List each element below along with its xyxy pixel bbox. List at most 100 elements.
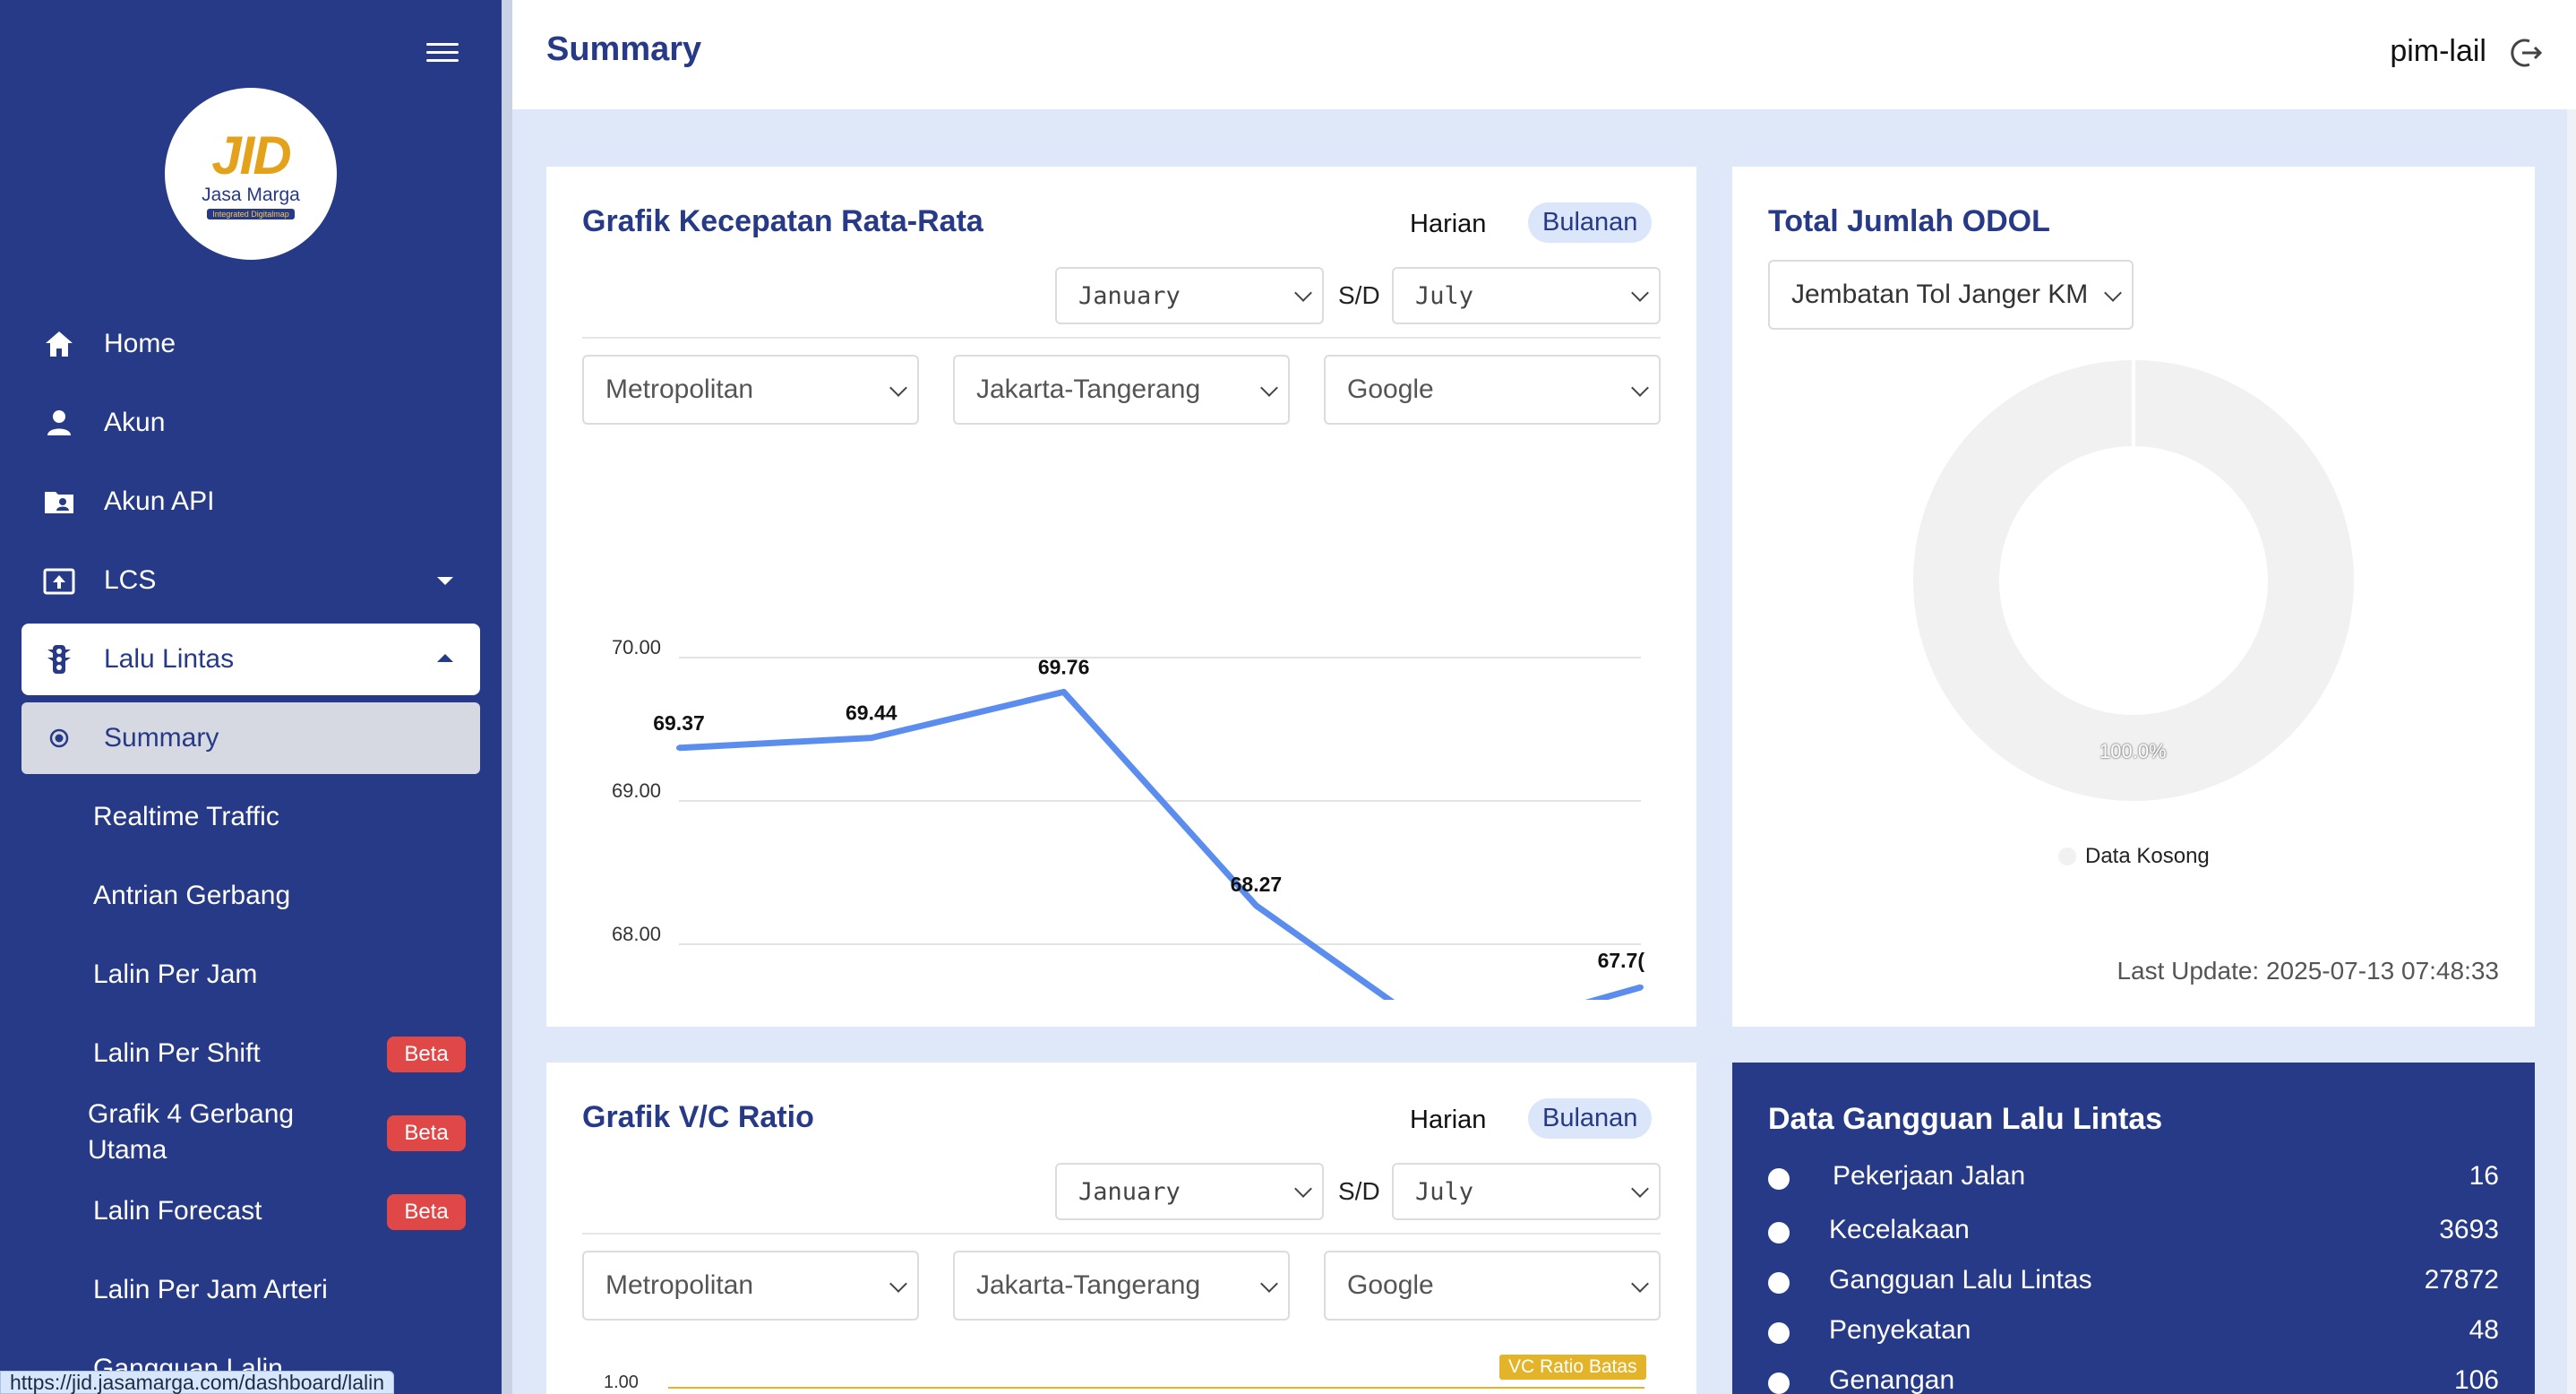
beta-badge: Beta (387, 1037, 466, 1072)
sidebar-item-home[interactable]: Home (21, 308, 480, 380)
source-select[interactable]: Google (1324, 355, 1661, 425)
sidebar-item-label: Summary (104, 723, 219, 753)
odol-donut-chart (1913, 358, 2354, 801)
card-title: Grafik V/C Ratio (582, 1100, 814, 1134)
legend-swatch (2058, 848, 2076, 865)
vc-threshold-label: VC Ratio Batas (1499, 1355, 1646, 1380)
list-item: Genangan 106 (1768, 1360, 2499, 1394)
item-value: 106 (2453, 1365, 2499, 1394)
card-title: Grafik Kecepatan Rata-Rata (582, 204, 983, 238)
data-label: 68.27 (1231, 873, 1283, 896)
toggle-bulanan[interactable]: Bulanan (1528, 1098, 1653, 1139)
sidebar-item-label: LCS (104, 565, 157, 595)
list-item: Gangguan Lalu Lintas 27872 (1768, 1260, 2499, 1304)
sidebar-item-antrian-gerbang[interactable]: Antrian Gerbang (93, 878, 290, 914)
item-value: 48 (2469, 1315, 2499, 1345)
route-select[interactable]: Jakarta-Tangerang (953, 355, 1290, 425)
item-name: Genangan (1829, 1365, 1955, 1394)
logo-brand: Jasa Marga (202, 184, 300, 205)
bullet-icon (1768, 1272, 1790, 1294)
chevron-down-icon (437, 577, 453, 585)
bullet-icon (1768, 1322, 1790, 1344)
chevron-down-icon (1631, 1180, 1649, 1198)
traffic-light-icon (34, 644, 84, 675)
speed-line-chart: 70.0069.0068.0067.00JanFebMarAprMayJun69… (612, 636, 1644, 1000)
month-to-select[interactable]: July (1392, 1163, 1661, 1220)
sidebar-item-lalu-lintas[interactable]: Lalu Lintas (21, 624, 480, 695)
month-to-select[interactable]: July (1392, 267, 1661, 324)
y-tick-label: 70.00 (612, 636, 661, 658)
divider (582, 337, 1661, 339)
logout-icon[interactable] (2510, 36, 2544, 70)
item-value: 27872 (2424, 1265, 2499, 1295)
top-bar: Summary pim-lail (512, 0, 2576, 109)
data-point (1638, 985, 1644, 990)
source-select[interactable]: Google (1324, 1251, 1661, 1321)
select-value: January (1078, 1177, 1181, 1206)
beta-badge: Beta (387, 1194, 466, 1230)
select-value: January (1078, 281, 1181, 310)
series-line (678, 688, 1642, 1000)
item-value: 3693 (2439, 1215, 2499, 1244)
select-value: Google (1347, 1270, 1434, 1300)
divider (582, 1233, 1661, 1235)
toggle-bulanan[interactable]: Bulanan (1528, 202, 1653, 243)
chevron-down-icon (1631, 1275, 1649, 1293)
sidebar-item-label: Lalu Lintas (104, 644, 235, 674)
list-item: Pekerjaan Jalan 16 (1768, 1156, 2499, 1200)
sidebar-item-lalin-per-jam[interactable]: Lalin Per Jam (93, 957, 257, 993)
folder-user-icon (34, 488, 84, 515)
select-value: Jembatan Tol Janger KM (1791, 280, 2087, 309)
sidebar-item-akun[interactable]: Akun (21, 387, 480, 459)
chevron-down-icon (1260, 379, 1278, 397)
page-scrollbar[interactable] (2567, 109, 2576, 1394)
chevron-down-icon (889, 379, 907, 397)
sd-label: S/D (1338, 281, 1380, 309)
item-name: Penyekatan (1829, 1315, 1971, 1345)
month-from-select[interactable]: January (1055, 267, 1324, 324)
page-title: Summary (546, 30, 702, 68)
list-item: Penyekatan 48 (1768, 1310, 2499, 1355)
card-title: Total Jumlah ODOL (1768, 204, 2050, 238)
chevron-up-icon (437, 654, 453, 662)
data-label: 69.76 (1038, 655, 1090, 678)
legend-label: Data Kosong (2085, 844, 2210, 868)
chevron-down-icon (1631, 284, 1649, 302)
sidebar-divider (502, 0, 512, 1394)
sidebar-item-lcs[interactable]: LCS (21, 545, 480, 616)
sidebar-item-lalin-per-shift[interactable]: Lalin Per Shift (93, 1036, 261, 1071)
chevron-down-icon (2104, 284, 2122, 302)
bullet-icon (1768, 1222, 1790, 1243)
region-select[interactable]: Metropolitan (582, 1251, 919, 1321)
gangguan-card: Data Gangguan Lalu Lintas Pekerjaan Jala… (1732, 1063, 2535, 1394)
sidebar-item-lalin-per-jam-arteri[interactable]: Lalin Per Jam Arteri (93, 1272, 328, 1308)
chevron-down-icon (1260, 1275, 1278, 1293)
sidebar-item-grafik-4-gerbang[interactable]: Grafik 4 Gerbang Utama (88, 1097, 356, 1168)
data-point (676, 744, 682, 751)
sidebar-item-realtime-traffic[interactable]: Realtime Traffic (93, 799, 279, 835)
item-name: Gangguan Lalu Lintas (1829, 1265, 2092, 1295)
location-select[interactable]: Jembatan Tol Janger KM (1768, 260, 2134, 330)
data-point (868, 735, 874, 741)
sidebar-item-summary[interactable]: Summary (21, 702, 480, 774)
chevron-down-icon (1294, 284, 1312, 302)
last-update: Last Update: 2025-07-13 07:48:33 (2117, 957, 2499, 985)
select-value: Jakarta-Tangerang (976, 1270, 1201, 1300)
toggle-harian[interactable]: Harian (1410, 1106, 1486, 1135)
menu-toggle-icon[interactable] (426, 36, 459, 68)
logo-sub: Integrated Digitalmap (207, 208, 295, 219)
toggle-harian[interactable]: Harian (1410, 210, 1486, 239)
home-icon (34, 330, 84, 358)
region-select[interactable]: Metropolitan (582, 355, 919, 425)
month-from-select[interactable]: January (1055, 1163, 1324, 1220)
sidebar-item-lalin-forecast[interactable]: Lalin Forecast (93, 1193, 262, 1229)
sidebar-item-label: Akun (104, 408, 166, 437)
sidebar-item-akun-api[interactable]: Akun API (21, 466, 480, 538)
logo: JID Jasa Marga Integrated Digitalmap (165, 88, 337, 260)
beta-badge: Beta (387, 1115, 466, 1151)
data-label: 69.37 (653, 711, 705, 735)
card-title: Data Gangguan Lalu Lintas (1768, 1102, 2163, 1136)
select-value: Jakarta-Tangerang (976, 374, 1201, 404)
route-select[interactable]: Jakarta-Tangerang (953, 1251, 1290, 1321)
select-value: Metropolitan (605, 374, 754, 404)
